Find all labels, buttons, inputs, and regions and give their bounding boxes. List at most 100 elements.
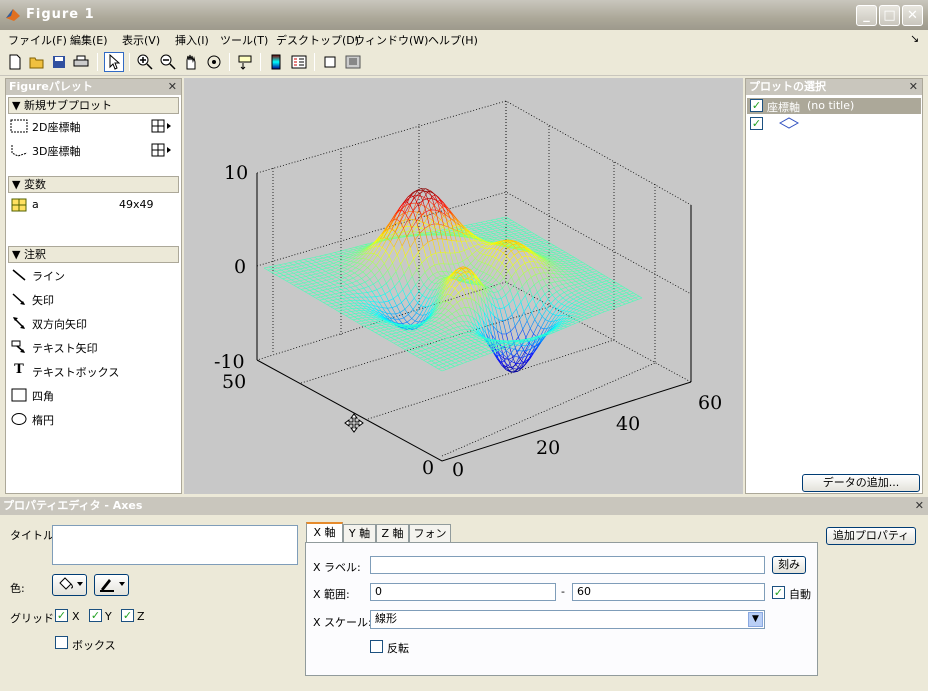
- plot-browser-close-icon[interactable]: ✕: [909, 79, 918, 95]
- mesh-line: [592, 303, 597, 306]
- reverse-checkbox[interactable]: [370, 640, 383, 653]
- mesh-line: [461, 297, 467, 300]
- mesh-line: [580, 305, 586, 308]
- tab-y-axis[interactable]: Y 軸: [343, 524, 376, 543]
- mesh-line: [439, 318, 444, 321]
- mesh-line: [506, 276, 512, 284]
- annotation-textbox[interactable]: T テキストボックス: [6, 359, 181, 383]
- tab-font[interactable]: フォント: [409, 524, 451, 557]
- print-icon[interactable]: [71, 52, 91, 72]
- mesh-line: [325, 271, 330, 274]
- menu-window[interactable]: ウィンドウ(W): [354, 32, 428, 48]
- auto-range-checkbox[interactable]: ✓: [772, 586, 785, 599]
- xmax-input[interactable]: 60: [572, 583, 765, 601]
- mesh-line: [351, 282, 356, 287]
- menu-dock-arrow-icon[interactable]: ↘: [910, 32, 919, 45]
- variable-item[interactable]: a 49x49: [6, 193, 181, 217]
- section-annotations[interactable]: ▼ 注釈: [8, 246, 179, 263]
- ticks-button[interactable]: 刻み: [772, 556, 806, 574]
- mesh-line: [388, 298, 394, 302]
- menu-tools[interactable]: ツール(T): [220, 32, 268, 48]
- annotation-rectangle[interactable]: 四角: [6, 383, 181, 407]
- section-new-subplot[interactable]: ▼ 新規サブプロット: [8, 97, 179, 114]
- annotation-text-arrow[interactable]: テキスト矢印: [6, 335, 181, 359]
- grid-y-checkbox[interactable]: ✓: [89, 609, 102, 622]
- axes-visible-checkbox[interactable]: ✓: [750, 99, 763, 112]
- mesh-line: [554, 245, 558, 248]
- mesh-line: [598, 308, 602, 311]
- save-icon[interactable]: [49, 52, 69, 72]
- annotation-arrow[interactable]: 矢印: [6, 287, 181, 311]
- mesh-line: [491, 279, 497, 285]
- annotation-double-arrow[interactable]: 双方向矢印: [6, 311, 181, 335]
- grid-x-checkbox[interactable]: ✓: [55, 609, 68, 622]
- xlabel-input[interactable]: [370, 556, 765, 574]
- close-button[interactable]: ✕: [902, 5, 923, 26]
- mesh-line: [440, 350, 445, 354]
- data-cursor-icon[interactable]: [235, 52, 255, 72]
- title-input[interactable]: [52, 525, 298, 565]
- fill-color-button[interactable]: [52, 574, 87, 596]
- menu-desktop[interactable]: デスクトップ(D): [276, 32, 359, 48]
- edit-plot-pointer-icon[interactable]: [104, 52, 124, 72]
- mesh-line: [625, 302, 630, 305]
- mesh-line: [580, 264, 584, 268]
- tab-x-axis[interactable]: X 軸: [306, 522, 343, 543]
- xmin-input[interactable]: 0: [370, 583, 556, 601]
- show-plot-tools-icon[interactable]: [343, 52, 363, 72]
- subplot-2d-axes[interactable]: 2D座標軸: [6, 114, 181, 138]
- mesh-line: [336, 290, 341, 294]
- zoom-in-icon[interactable]: [135, 52, 155, 72]
- property-editor-close-icon[interactable]: ✕: [915, 497, 924, 515]
- pan-hand-icon[interactable]: [181, 52, 201, 72]
- mesh-line: [550, 249, 556, 252]
- mesh-line: [342, 269, 348, 272]
- xscale-select[interactable]: 線形 ▼: [370, 610, 765, 629]
- surface-plot[interactable]: 10 0 -10 50 0 0 20 40 60: [184, 78, 743, 494]
- mesh-line: [426, 340, 432, 343]
- edge-color-button[interactable]: [94, 574, 129, 596]
- figure-canvas[interactable]: 10 0 -10 50 0 0 20 40 60: [184, 78, 743, 494]
- annotation-line[interactable]: ライン: [6, 263, 181, 287]
- minimize-button[interactable]: _: [856, 5, 877, 26]
- mesh-line: [404, 304, 410, 310]
- grid-layout-icon[interactable]: [151, 119, 173, 136]
- rotate-3d-icon[interactable]: [204, 52, 224, 72]
- grid-z-checkbox[interactable]: ✓: [121, 609, 134, 622]
- section-variables[interactable]: ▼ 変数: [8, 176, 179, 193]
- tab-z-axis[interactable]: Z 軸: [376, 524, 409, 543]
- mesh-line: [612, 292, 616, 295]
- menu-edit[interactable]: 編集(E): [70, 32, 108, 48]
- hide-plot-tools-icon[interactable]: [320, 52, 340, 72]
- figure-palette-close-icon[interactable]: ✕: [168, 79, 177, 95]
- mesh-line: [593, 293, 597, 296]
- mesh-line: [435, 335, 440, 338]
- mesh-line: [375, 332, 380, 335]
- mesh-line: [364, 324, 369, 327]
- mesh-line: [432, 239, 437, 254]
- annotation-ellipse[interactable]: 楕円: [6, 407, 181, 431]
- menu-view[interactable]: 表示(V): [122, 32, 160, 48]
- surface-visible-checkbox[interactable]: ✓: [750, 117, 763, 130]
- add-data-button[interactable]: データの追加...: [802, 474, 920, 492]
- menu-help[interactable]: ヘルプ(H): [428, 32, 478, 48]
- open-file-icon[interactable]: [27, 52, 47, 72]
- mesh-line: [409, 342, 415, 345]
- colorbar-icon[interactable]: [266, 52, 286, 72]
- zoom-out-icon[interactable]: [158, 52, 178, 72]
- mesh-line: [486, 224, 492, 227]
- new-figure-icon[interactable]: [5, 52, 25, 72]
- browser-axes-item[interactable]: ✓ 座標軸 (no title): [747, 98, 921, 114]
- mesh-line: [435, 337, 440, 340]
- subplot-3d-axes[interactable]: 3D座標軸: [6, 138, 181, 162]
- maximize-button[interactable]: □: [879, 5, 900, 26]
- mesh-line: [568, 253, 572, 256]
- box-checkbox[interactable]: [55, 636, 68, 649]
- chevron-down-icon[interactable]: ▼: [748, 612, 763, 627]
- menu-insert[interactable]: 挿入(I): [175, 32, 209, 48]
- more-properties-button[interactable]: 追加プロパティ: [826, 527, 916, 545]
- menu-file[interactable]: ファイル(F): [8, 32, 67, 48]
- legend-icon[interactable]: [289, 52, 309, 72]
- grid-layout-icon[interactable]: [151, 143, 173, 160]
- browser-surface-item[interactable]: ✓: [747, 116, 921, 132]
